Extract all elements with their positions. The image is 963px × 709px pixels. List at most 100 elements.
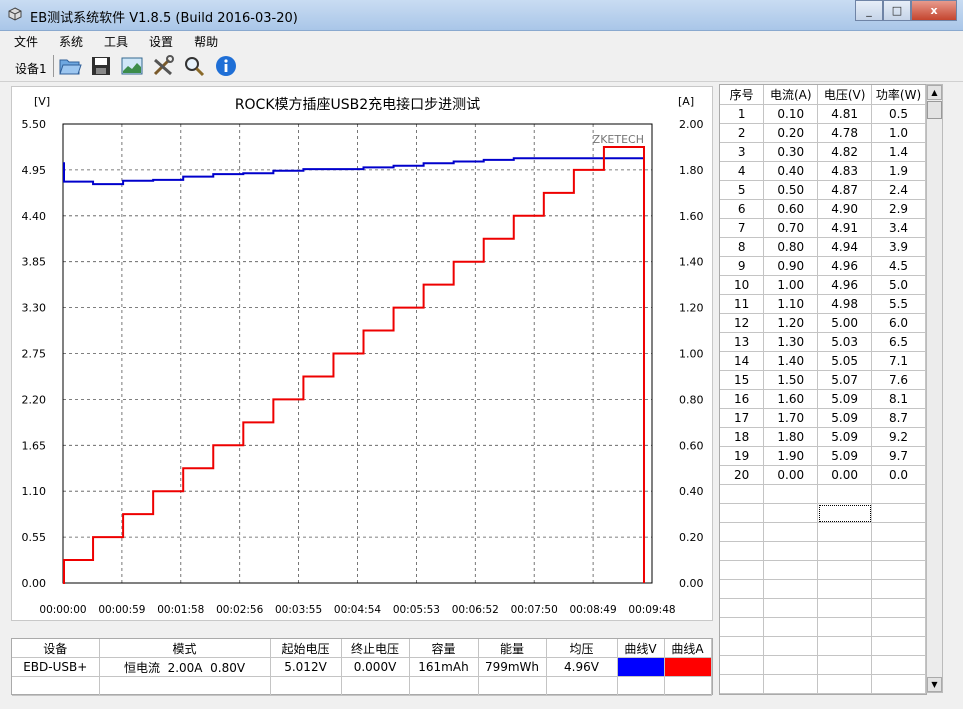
cell-index: 3 (720, 142, 765, 162)
scroll-thumb[interactable] (927, 101, 942, 119)
summary-row[interactable]: EBD-USB+ 恒电流 2.00A 0.80V 5.012V 0.000V 1… (12, 657, 712, 677)
col-header-voltage[interactable]: 电压(V) (817, 85, 873, 105)
save-icon[interactable] (89, 54, 113, 78)
cell-current: 0.00 (763, 465, 819, 485)
y-right-tick-label: 0.80 (679, 393, 704, 406)
table-row[interactable]: 2 0.20 4.78 1.0 (720, 123, 926, 143)
cell-voltage: 4.87 (817, 180, 873, 200)
cell-voltage: 4.82 (817, 142, 873, 162)
data-table: 序号 电流(A) 电压(V) 功率(W) 1 0.10 4.81 0.5 2 0.20 4.… (720, 85, 926, 694)
y-left-tick-label: 3.30 (22, 302, 47, 315)
empty-cell (817, 560, 873, 580)
y-left-tick-label: 4.95 (22, 164, 47, 177)
table-row[interactable]: 3 0.30 4.82 1.4 (720, 142, 926, 162)
table-row[interactable]: 16 1.60 5.09 8.1 (720, 389, 926, 409)
chart-title: ROCK模方插座USB2充电接口步进测试 (235, 96, 480, 113)
menu-system[interactable]: 系统 (45, 31, 90, 50)
cell-voltage: 4.78 (817, 123, 873, 143)
empty-table-row[interactable] (720, 484, 926, 504)
zoom-icon[interactable] (182, 54, 206, 78)
empty-table-row[interactable] (720, 522, 926, 542)
cell-power: 4.5 (871, 256, 926, 276)
table-row[interactable]: 15 1.50 5.07 7.6 (720, 370, 926, 390)
y-right-tick-label: 0.20 (679, 531, 704, 544)
table-row[interactable]: 9 0.90 4.96 4.5 (720, 256, 926, 276)
table-row[interactable]: 14 1.40 5.05 7.1 (720, 351, 926, 371)
y-left-tick-label: 3.85 (22, 256, 47, 269)
table-row[interactable]: 4 0.40 4.83 1.9 (720, 161, 926, 181)
empty-table-row[interactable] (720, 579, 926, 599)
table-row[interactable]: 20 0.00 0.00 0.0 (720, 465, 926, 485)
cell-index: 16 (720, 389, 765, 409)
cell-power: 5.0 (871, 275, 926, 295)
cell-current: 1.40 (763, 351, 819, 371)
empty-cell (817, 522, 873, 542)
table-row[interactable]: 5 0.50 4.87 2.4 (720, 180, 926, 200)
scroll-up-icon[interactable]: ▲ (927, 85, 942, 100)
curve-v-color-swatch[interactable] (617, 657, 665, 677)
empty-table-row[interactable] (720, 503, 926, 523)
tools-icon[interactable] (151, 54, 175, 78)
summary-header-mode: 模式 (99, 639, 271, 658)
table-row[interactable]: 19 1.90 5.09 9.7 (720, 446, 926, 466)
cell-current: 1.80 (763, 427, 819, 447)
col-header-power[interactable]: 功率(W) (871, 85, 926, 105)
minimize-button[interactable]: _ (855, 0, 883, 21)
empty-cell (817, 617, 873, 637)
maximize-button[interactable]: □ (883, 0, 911, 21)
table-header-row: 序号 电流(A) 电压(V) 功率(W) (720, 85, 926, 105)
empty-table-row[interactable] (720, 598, 926, 618)
summary-header-avg-voltage: 均压 (546, 639, 618, 658)
vertical-scrollbar[interactable]: ▲ ▼ (926, 84, 943, 693)
cell-power: 2.4 (871, 180, 926, 200)
x-tick-label: 00:03:55 (275, 604, 322, 616)
empty-table-row[interactable] (720, 541, 926, 561)
table-row[interactable]: 17 1.70 5.09 8.7 (720, 408, 926, 428)
chart-image-icon[interactable] (120, 54, 144, 78)
cell-current: 1.30 (763, 332, 819, 352)
scroll-down-icon[interactable]: ▼ (927, 677, 942, 692)
cell-voltage: 4.96 (817, 256, 873, 276)
table-row[interactable]: 8 0.80 4.94 3.9 (720, 237, 926, 257)
empty-cell (720, 579, 765, 599)
menu-settings[interactable]: 设置 (135, 31, 180, 50)
empty-cell (817, 655, 873, 675)
voltage-series-line (63, 157, 644, 186)
summary-table: 设备 模式 起始电压 终止电压 容量 能量 均压 曲线V 曲线A EBD-USB… (12, 639, 712, 696)
close-button[interactable]: x (911, 0, 957, 21)
empty-cell (817, 636, 873, 656)
empty-cell (871, 522, 926, 542)
menu-file[interactable]: 文件 (0, 31, 45, 50)
table-row[interactable]: 10 1.00 4.96 5.0 (720, 275, 926, 295)
folder-open-icon[interactable] (58, 54, 82, 78)
table-row[interactable]: 6 0.60 4.90 2.9 (720, 199, 926, 219)
device-selector[interactable]: 设备1 (15, 60, 47, 77)
empty-table-row[interactable] (720, 655, 926, 675)
empty-cell (763, 541, 819, 561)
curve-a-color-swatch[interactable] (664, 657, 712, 677)
cell-voltage: 5.07 (817, 370, 873, 390)
col-header-current[interactable]: 电流(A) (763, 85, 819, 105)
info-icon[interactable] (214, 54, 238, 78)
table-row[interactable]: 11 1.10 4.98 5.5 (720, 294, 926, 314)
empty-cell (763, 617, 819, 637)
table-row[interactable]: 1 0.10 4.81 0.5 (720, 104, 926, 124)
summary-header-start-voltage: 起始电压 (270, 639, 342, 658)
y-right-tick-label: 1.00 (679, 348, 704, 361)
table-row[interactable]: 7 0.70 4.91 3.4 (720, 218, 926, 238)
empty-table-row[interactable] (720, 617, 926, 637)
table-row[interactable]: 13 1.30 5.03 6.5 (720, 332, 926, 352)
cell-voltage: 4.98 (817, 294, 873, 314)
cell-voltage: 4.81 (817, 104, 873, 124)
empty-table-row[interactable] (720, 636, 926, 656)
cell-power: 9.2 (871, 427, 926, 447)
menu-help[interactable]: 帮助 (180, 31, 225, 50)
empty-table-row[interactable] (720, 674, 926, 694)
y-right-tick-label: 1.20 (679, 302, 704, 315)
table-row[interactable]: 18 1.80 5.09 9.2 (720, 427, 926, 447)
table-row[interactable]: 12 1.20 5.00 6.0 (720, 313, 926, 333)
empty-cell (871, 541, 926, 561)
col-header-index[interactable]: 序号 (720, 85, 765, 105)
menu-tools[interactable]: 工具 (90, 31, 135, 50)
empty-table-row[interactable] (720, 560, 926, 580)
